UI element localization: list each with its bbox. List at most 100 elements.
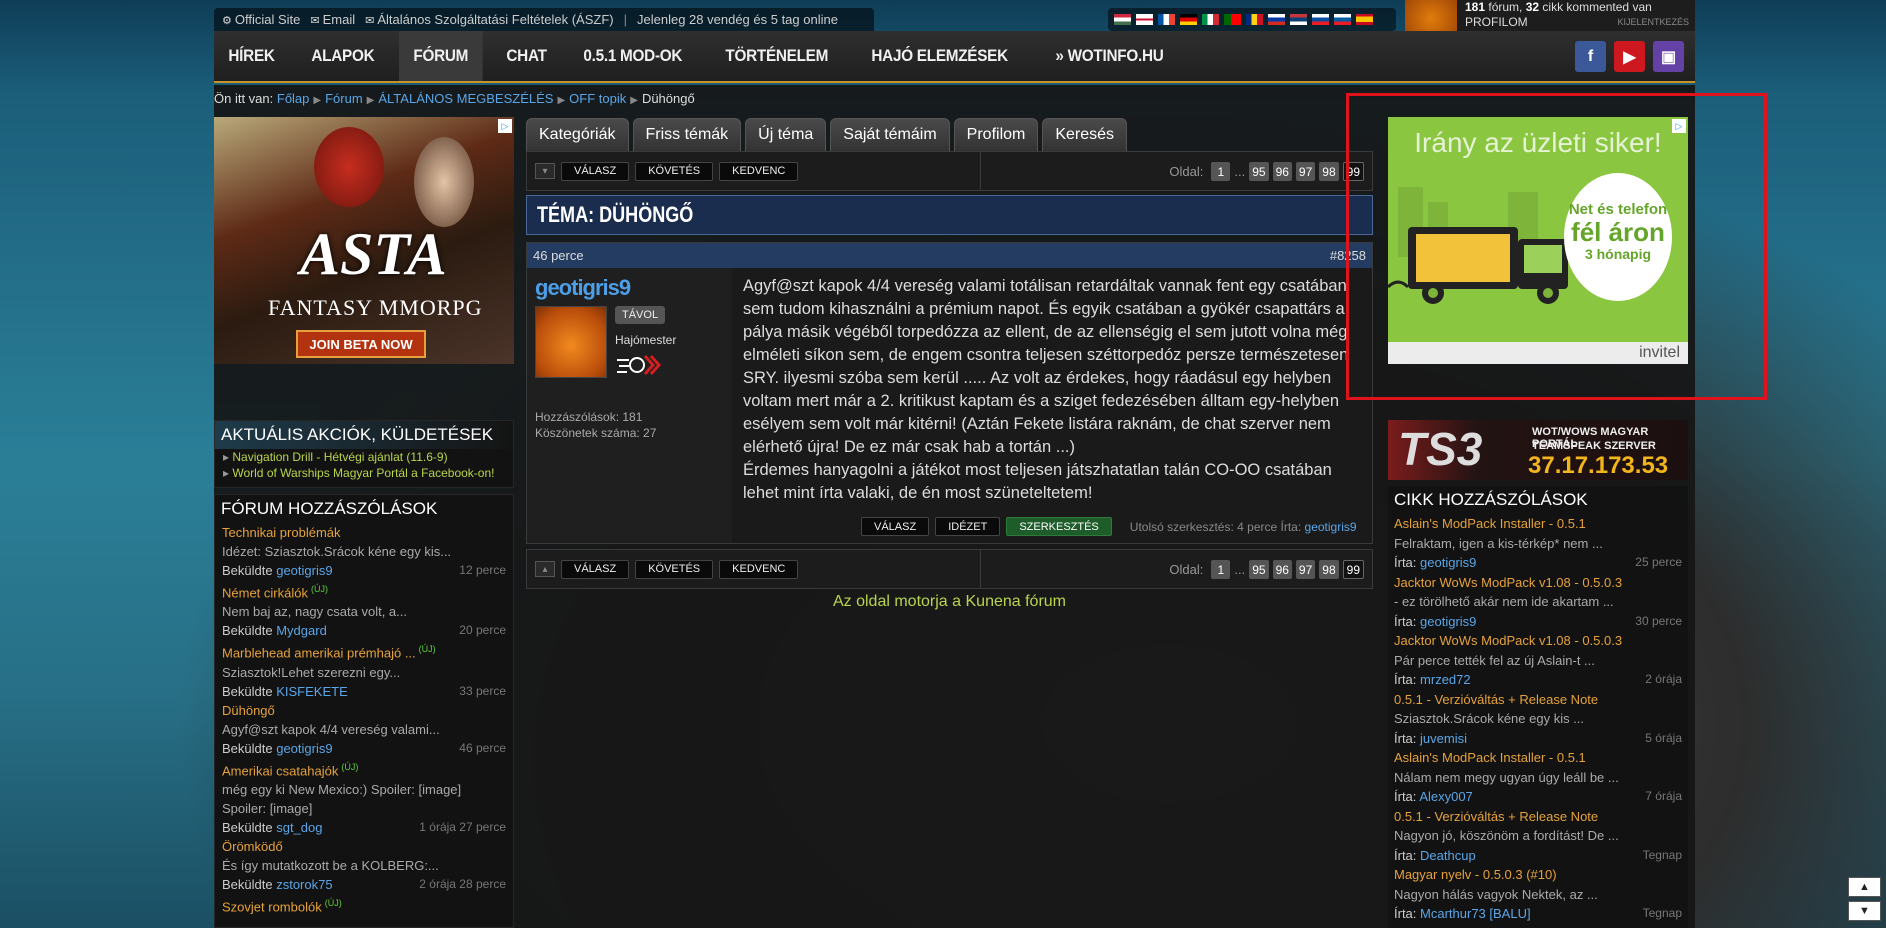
page-link[interactable]: 98 <box>1319 560 1339 579</box>
ad-join-button[interactable]: JOIN BETA NOW <box>296 330 426 358</box>
user-link[interactable]: juvemisi <box>1420 731 1467 746</box>
user-link[interactable]: mrzed72 <box>1420 672 1471 687</box>
user-link[interactable]: zstorok75 <box>276 877 332 892</box>
tab-kereses[interactable]: Keresés <box>1042 118 1128 151</box>
flag-rs-icon[interactable] <box>1290 14 1307 25</box>
collapse-icon[interactable]: ▴ <box>535 561 555 577</box>
comment-title[interactable]: Jacktor WoWs ModPack v1.08 - 0.5.0.3 <box>1394 631 1682 651</box>
page-link[interactable]: 98 <box>1319 162 1339 181</box>
flag-ro-icon[interactable] <box>1246 14 1263 25</box>
nav-tortenelem[interactable]: TÖRTÉNELEM <box>711 31 842 81</box>
engine-credit[interactable]: Az oldal motorja a Kunena fórum <box>526 593 1373 611</box>
user-link[interactable]: Deathcup <box>1420 848 1476 863</box>
terms-link[interactable]: ✉ Általános Szolgáltatási Feltételek (ÁSZ… <box>365 12 614 27</box>
user-link[interactable]: sgt_dog <box>276 820 322 835</box>
post-title[interactable]: Örömködő <box>222 837 506 856</box>
tab-uj-tema[interactable]: Új téma <box>745 118 827 151</box>
tab-friss-temak[interactable]: Friss témák <box>632 118 742 151</box>
avatar[interactable] <box>535 306 607 378</box>
comment-title[interactable]: Aslain's ModPack Installer - 0.5.1 <box>1394 748 1682 768</box>
logout-link[interactable]: KIJELENTKEZÉS <box>1617 15 1689 30</box>
reply-button[interactable]: VÁLASZ <box>861 517 930 536</box>
page-link[interactable]: 97 <box>1295 162 1316 181</box>
comment-title[interactable]: 0.5.1 - Verzióváltás + Release Note <box>1394 690 1682 710</box>
email-link[interactable]: ✉ Email <box>310 12 355 27</box>
profile-link[interactable]: PROFILOM <box>1465 15 1528 29</box>
nav-chat[interactable]: CHAT <box>492 31 561 81</box>
user-avatar[interactable] <box>1405 0 1457 31</box>
favorite-button[interactable]: KEDVENC <box>719 559 799 579</box>
twitch-icon[interactable]: ▣ <box>1653 41 1684 72</box>
action-link[interactable]: World of Warships Magyar Portál a Facebo… <box>215 465 513 481</box>
nav-alapok[interactable]: ALAPOK <box>297 31 389 81</box>
user-link[interactable]: geotigris9 <box>1420 555 1476 570</box>
flag-ru-icon[interactable] <box>1268 14 1285 25</box>
post-title[interactable]: Technikai problémák <box>222 523 506 542</box>
reply-button[interactable]: VÁLASZ <box>561 161 630 181</box>
nav-forum[interactable]: FÓRUM <box>399 31 483 81</box>
user-link[interactable]: geotigris9 <box>1305 520 1357 534</box>
post-title[interactable]: Marblehead amerikai prémhajó ... <box>222 646 416 661</box>
nav-mods[interactable]: 0.5.1 MOD-OK <box>569 31 697 81</box>
page-link[interactable]: 1 <box>1211 560 1231 579</box>
flag-pt-icon[interactable] <box>1224 14 1241 25</box>
user-link[interactable]: Alexy007 <box>1419 789 1472 804</box>
user-link[interactable]: geotigris9 <box>276 563 332 578</box>
post-title[interactable]: Német cirkálók <box>222 585 308 600</box>
author-name[interactable]: geotigris9 <box>535 275 631 301</box>
tab-profilom[interactable]: Profilom <box>953 118 1039 151</box>
post-title[interactable]: Dühöngő <box>222 701 506 720</box>
breadcrumb-forum[interactable]: Fórum <box>325 91 363 106</box>
nav-hirek[interactable]: HÍREK <box>214 31 289 81</box>
collapse-icon[interactable]: ▾ <box>535 163 555 179</box>
comment-title[interactable]: 0.5.1 - Verzióváltás + Release Note <box>1394 807 1682 827</box>
comment-title[interactable]: Magyar nyelv - 0.5.0.3 (#10) <box>1394 865 1682 885</box>
page-link[interactable]: 96 <box>1272 162 1292 181</box>
action-link[interactable]: Navigation Drill - Hétvégi ajánlat (11.6… <box>215 449 513 465</box>
flag-fr-icon[interactable] <box>1158 14 1175 25</box>
flag-sk-icon[interactable] <box>1312 14 1329 25</box>
ad-banner-left[interactable]: ASTA FANTASY MMORPG JOIN BETA NOW ▷ <box>214 117 514 364</box>
user-link[interactable]: geotigris9 <box>276 741 332 756</box>
user-link[interactable]: KISFEKETE <box>276 684 348 699</box>
page-link[interactable]: 95 <box>1249 162 1269 181</box>
post-title[interactable]: Amerikai csatahajók <box>222 763 338 778</box>
reply-button[interactable]: VÁLASZ <box>561 559 630 579</box>
follow-button[interactable]: KÖVETÉS <box>635 559 714 579</box>
follow-button[interactable]: KÖVETÉS <box>635 161 714 181</box>
facebook-icon[interactable]: f <box>1575 41 1606 72</box>
online-count: Jelenleg 28 vendég és 5 tag online <box>637 12 838 27</box>
user-link[interactable]: Mcarthur73 [BALU] <box>1420 906 1531 921</box>
youtube-icon[interactable]: ▶ <box>1614 41 1645 72</box>
comment-title[interactable]: Aslain's ModPack Installer - 0.5.1 <box>1394 514 1682 534</box>
tab-sajat-temaim[interactable]: Saját témáim <box>830 118 950 151</box>
breadcrumb-category[interactable]: ÁLTALÁNOS MEGBESZÉLÉS <box>378 91 553 106</box>
flag-si-icon[interactable] <box>1334 14 1351 25</box>
comment-title[interactable]: Jacktor WoWs ModPack v1.08 - 0.5.0.3 <box>1394 573 1682 593</box>
page-link[interactable]: 97 <box>1295 560 1316 579</box>
breadcrumb-subforum[interactable]: OFF topik <box>569 91 626 106</box>
scroll-down-icon[interactable]: ▼ <box>1848 901 1881 921</box>
flag-it-icon[interactable] <box>1202 14 1219 25</box>
adchoices-icon[interactable]: ▷ <box>498 119 512 133</box>
teamspeak-banner[interactable]: TS3 WOT/WOWS MAGYAR PORTÁL TEAMSPEAK SZE… <box>1388 420 1688 480</box>
page-link[interactable]: 95 <box>1249 560 1269 579</box>
nav-hajo-elemzesek[interactable]: HAJÓ ELEMZÉSEK <box>857 31 1022 81</box>
user-link[interactable]: geotigris9 <box>1420 614 1476 629</box>
nav-wotinfo[interactable]: » WOTINFO.HU <box>1041 31 1178 81</box>
page-link[interactable]: 96 <box>1272 560 1292 579</box>
tab-kategoriak[interactable]: Kategóriák <box>526 118 629 151</box>
flag-es-icon[interactable] <box>1356 14 1373 25</box>
breadcrumb-home[interactable]: Főlap <box>277 91 310 106</box>
flag-de-icon[interactable] <box>1180 14 1197 25</box>
favorite-button[interactable]: KEDVENC <box>719 161 799 181</box>
flag-gb-icon[interactable] <box>1136 14 1153 25</box>
edit-button[interactable]: SZERKESZTÉS <box>1006 517 1112 536</box>
quote-button[interactable]: IDÉZET <box>935 517 1001 536</box>
user-link[interactable]: Mydgard <box>276 623 327 638</box>
flag-hu-icon[interactable] <box>1114 14 1131 25</box>
official-site-link[interactable]: ⚙ Official Site <box>222 12 300 27</box>
page-link[interactable]: 1 <box>1211 162 1231 181</box>
scroll-up-icon[interactable]: ▲ <box>1848 877 1881 897</box>
post-title[interactable]: Szovjet rombolók <box>222 899 322 914</box>
